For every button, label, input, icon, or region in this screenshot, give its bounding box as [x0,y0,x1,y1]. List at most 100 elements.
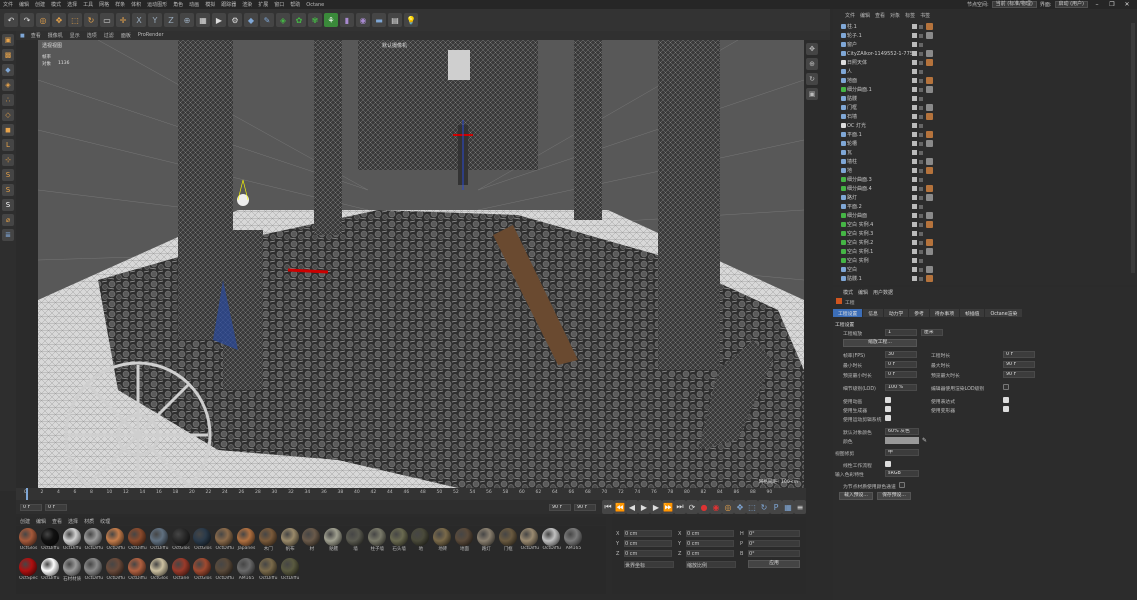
render-toggle-icon[interactable] [919,150,923,155]
menu-item[interactable]: 运动图形 [147,1,167,8]
object-row[interactable]: 轮槽 [833,139,1137,148]
render-toggle-icon[interactable] [919,186,923,191]
object-row[interactable]: 空白 实例 [833,256,1137,265]
material-swatch[interactable]: OctGlos [18,528,38,554]
object-row[interactable]: 瓦 [833,148,1137,157]
render-toggle-icon[interactable] [919,141,923,146]
object-row[interactable]: OC 灯光 [833,121,1137,130]
visibility-icon[interactable] [912,141,917,146]
object-mode-icon[interactable]: ◈ [2,79,14,91]
object-row[interactable]: 地面 [833,76,1137,85]
viewport-menu-item[interactable]: 查看 [31,32,41,39]
autokey-icon[interactable]: ◉ [710,500,722,514]
prev-min-field[interactable]: 0 F [885,371,917,378]
material-swatch[interactable]: 柱子墙 [367,528,387,554]
snap2-icon[interactable]: S [2,184,14,196]
object-row[interactable]: 地 [833,166,1137,175]
material-swatch[interactable]: 木门 [258,528,278,554]
material-swatch[interactable]: OctDiffu [40,558,60,584]
render-toggle-icon[interactable] [919,177,923,182]
texture-mode-icon[interactable]: ▩ [2,49,14,61]
material-swatch[interactable]: OctDiffu [40,528,60,554]
points-mode-icon[interactable]: ∴ [2,94,14,106]
menu-item[interactable]: 跟踪器 [221,1,236,8]
material-tag-icon[interactable] [926,113,933,120]
viewport-zoom-icon[interactable]: ⊕ [806,58,818,70]
material-swatch[interactable]: 帆布 [280,528,300,554]
visibility-icon[interactable] [912,96,917,101]
material-swatch[interactable]: OctGlos [149,558,169,584]
attr-tab[interactable]: 动力学 [883,309,909,317]
scale-project-button[interactable]: 缩放工程... [843,339,917,347]
object-row[interactable]: 细分曲面.1 [833,85,1137,94]
timeline-menu-icon[interactable]: ≡ [794,500,806,514]
object-row[interactable]: 骷髅.1 [833,274,1137,283]
menu-item[interactable]: 动画 [189,1,199,8]
record-icon[interactable]: ● [698,500,710,514]
object-menu-item[interactable]: 书签 [920,12,930,20]
material-tag-icon[interactable] [926,248,933,255]
playhead[interactable] [26,488,28,500]
render-toggle-icon[interactable] [919,168,923,173]
object-row[interactable]: 窗户 [833,40,1137,49]
render-toggle-icon[interactable] [919,78,923,83]
material-swatch[interactable]: OctDiffu [62,528,82,554]
material-tag-icon[interactable] [926,194,933,201]
render-toggle-icon[interactable] [919,222,923,227]
gen-checkbox[interactable] [885,406,891,412]
layers-icon[interactable]: ≣ [2,229,14,241]
lod-field[interactable]: 100 % [885,384,917,391]
material-swatch[interactable]: 地砖 [432,528,452,554]
loop-icon[interactable]: ⟳ [686,500,698,514]
rotate-icon[interactable]: ↻ [84,13,98,27]
visibility-icon[interactable] [912,150,917,155]
material-swatch[interactable]: OctGlos [171,528,191,554]
menu-item[interactable]: 渲染 [242,1,252,8]
material-swatch[interactable]: Octane [171,558,191,584]
scale-field[interactable]: 1 [885,329,917,336]
attr-menu-item[interactable]: 模式 [843,289,853,296]
viewport-split-icon[interactable]: ▣ [806,88,818,100]
recent-tools-icon[interactable]: ▭ [100,13,114,27]
object-row[interactable]: 细分曲面.4 [833,184,1137,193]
material-tag-icon[interactable] [926,140,933,147]
save-preset-button[interactable]: 保存预设... [877,492,911,500]
material-swatch[interactable]: AM165 [236,558,256,584]
attr-menu-item[interactable]: 用户数据 [873,289,893,296]
redo-icon[interactable]: ↷ [20,13,34,27]
render-toggle-icon[interactable] [919,42,923,47]
node-color-checkbox[interactable] [899,482,905,488]
bulb-icon[interactable]: 💡 [404,13,418,27]
menu-item[interactable]: 创建 [35,1,45,8]
keyframe-sel-icon[interactable]: ◎ [722,500,734,514]
coord-y-field[interactable]: 0 cm [624,540,672,547]
max-time-field[interactable]: 90 F [1003,361,1035,368]
visibility-icon[interactable] [912,87,917,92]
coord-z2-field[interactable]: 0 cm [686,550,734,557]
visibility-icon[interactable] [912,123,917,128]
object-row[interactable]: 细分曲面 [833,211,1137,220]
frame-start-field[interactable]: 0 F [20,503,42,511]
material-tag-icon[interactable] [926,32,933,39]
object-menu-item[interactable]: 查看 [875,12,885,20]
material-swatch[interactable]: OctDiffu [258,558,278,584]
render-picture-viewer-icon[interactable]: ▶ [212,13,226,27]
render-toggle-icon[interactable] [919,267,923,272]
menu-item[interactable]: 帮助 [290,1,300,8]
visibility-icon[interactable] [912,114,917,119]
undo-icon[interactable]: ↶ [4,13,18,27]
object-scrollbar[interactable] [1131,23,1135,273]
render-toggle-icon[interactable] [919,240,923,245]
apply-button[interactable]: 应用 [748,560,800,568]
render-toggle-icon[interactable] [919,96,923,101]
coord-z-field[interactable]: 0 cm [624,550,672,557]
menu-item[interactable]: 模拟 [205,1,215,8]
object-row[interactable]: CityZAlkor-1149552-1-775 [833,49,1137,58]
material-swatch[interactable]: 地 [410,528,430,554]
viewport-menu-item[interactable]: 显示 [70,32,80,39]
render-toggle-icon[interactable] [919,195,923,200]
object-row[interactable]: 人 [833,67,1137,76]
prev-max-field[interactable]: 90 F [1003,371,1035,378]
visibility-icon[interactable] [912,267,917,272]
object-row[interactable]: 平面.2 [833,202,1137,211]
